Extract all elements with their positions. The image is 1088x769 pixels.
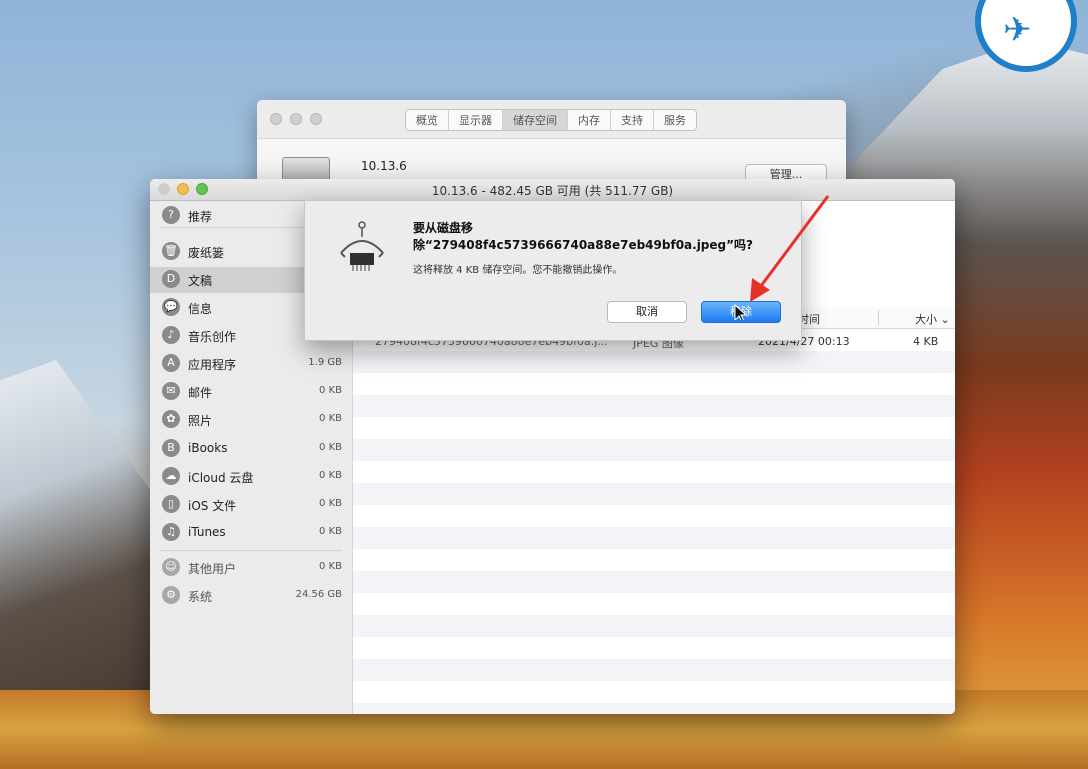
sidebar-item-size: 0 KB: [319, 413, 342, 424]
sidebar-item-label: 其他用户: [188, 562, 237, 576]
sidebar-item-size: 24.56 GB: [295, 589, 342, 600]
sidebar-item-size: 0 KB: [319, 470, 342, 481]
sidebar-item-size: 1.9 GB: [308, 357, 342, 368]
dialog-description: 这将释放 4 KB 储存空间。您不能撤销此操作。: [413, 265, 623, 276]
tab-4[interactable]: 支持: [611, 110, 654, 130]
title-bar: 10.13.6 - 482.45 GB 可用 (共 511.77 GB): [150, 179, 955, 201]
lightbulb-icon: ?: [162, 206, 180, 224]
dialog-title-filename: 除“279408f4c5739666740a88e7eb49bf0a.jpeg”…: [413, 238, 753, 252]
document-icon: D: [162, 270, 180, 288]
tab-bar: 概览 显示器 储存空间 内存 支持 服务: [405, 109, 697, 131]
sidebar-item-label: 照片: [188, 414, 213, 428]
sidebar-item-size: 0 KB: [319, 498, 342, 509]
column-divider: [878, 310, 879, 325]
users-icon: ☺: [162, 558, 180, 576]
mail-icon: ✉: [162, 382, 180, 400]
sidebar-item-label: 信息: [188, 302, 213, 316]
itunes-icon: ♫: [162, 523, 180, 541]
sidebar-item-size: 0 KB: [319, 561, 342, 572]
minimize-button[interactable]: [290, 113, 302, 125]
tab-3[interactable]: 内存: [568, 110, 611, 130]
remove-button[interactable]: 移除: [701, 301, 781, 323]
tab-1[interactable]: 显示器: [449, 110, 503, 130]
sidebar-item[interactable]: ⚙ 系统 24.56 GB: [150, 583, 352, 609]
window-title: 10.13.6 - 482.45 GB 可用 (共 511.77 GB): [431, 184, 674, 198]
window-controls: [270, 113, 322, 125]
sidebar-item-label: 系统: [188, 590, 213, 604]
sidebar-item[interactable]: ✉ 邮件 0 KB: [150, 379, 352, 405]
sidebar-item-label: iBooks: [188, 441, 228, 455]
remove-confirmation-dialog: 要从磁盘移 除“279408f4c5739666740a88e7eb49bf0a…: [304, 200, 802, 341]
tab-0[interactable]: 概览: [406, 110, 449, 130]
sidebar-item-label: 推荐: [188, 210, 213, 224]
sidebar-item-label: 音乐创作: [188, 330, 237, 344]
phone-icon: ▯: [162, 495, 180, 513]
disk-cleanup-icon: [340, 221, 384, 271]
photos-icon: ✿: [162, 410, 180, 428]
sidebar-item-label: iTunes: [188, 525, 226, 539]
sidebar-item[interactable]: ♫ iTunes 0 KB: [150, 520, 352, 546]
sidebar-item-size: 0 KB: [319, 442, 342, 453]
sidebar-item[interactable]: ▯ iOS 文件 0 KB: [150, 492, 352, 518]
sidebar-item-label: 邮件: [188, 386, 213, 400]
sidebar-item[interactable]: ☺ 其他用户 0 KB: [150, 555, 352, 581]
cancel-button[interactable]: 取消: [607, 301, 687, 323]
sidebar-divider: [160, 550, 342, 551]
sidebar-item-label: iCloud 云盘: [188, 471, 254, 485]
table-rows: [353, 329, 955, 714]
guitar-icon: ♪: [162, 326, 180, 344]
sidebar-item[interactable]: A 应用程序 1.9 GB: [150, 351, 352, 377]
column-header-size[interactable]: 大小 ⌄: [915, 311, 950, 327]
close-button[interactable]: [270, 113, 282, 125]
tab-2[interactable]: 储存空间: [503, 110, 568, 130]
zoom-button[interactable]: [310, 113, 322, 125]
gear-icon: ⚙: [162, 586, 180, 604]
sidebar-item-label: 应用程序: [188, 358, 237, 372]
dialog-title: 要从磁盘移: [413, 221, 474, 235]
sidebar-item-size: 0 KB: [319, 385, 342, 396]
sidebar-item-label: iOS 文件: [188, 499, 237, 513]
sidebar-item-label: 废纸篓: [188, 246, 225, 260]
sidebar-item[interactable]: BiBooks 0 KB: [150, 436, 352, 462]
tab-5[interactable]: 服务: [654, 110, 696, 130]
file-size-cell: 4 KB: [913, 335, 939, 348]
applications-icon: A: [162, 354, 180, 372]
sidebar-item[interactable]: ☁ iCloud 云盘 0 KB: [150, 464, 352, 490]
ibooks-icon: B: [162, 439, 180, 457]
trash-icon: 🗑: [162, 242, 180, 260]
sidebar-item[interactable]: ✿ 照片 0 KB: [150, 407, 352, 433]
sidebar-item-size: 0 KB: [319, 526, 342, 537]
messages-icon: 💬: [162, 298, 180, 316]
sidebar-item-label: 文稿: [188, 274, 213, 288]
cloud-icon: ☁: [162, 467, 180, 485]
disk-name: 10.13.6: [361, 159, 407, 173]
